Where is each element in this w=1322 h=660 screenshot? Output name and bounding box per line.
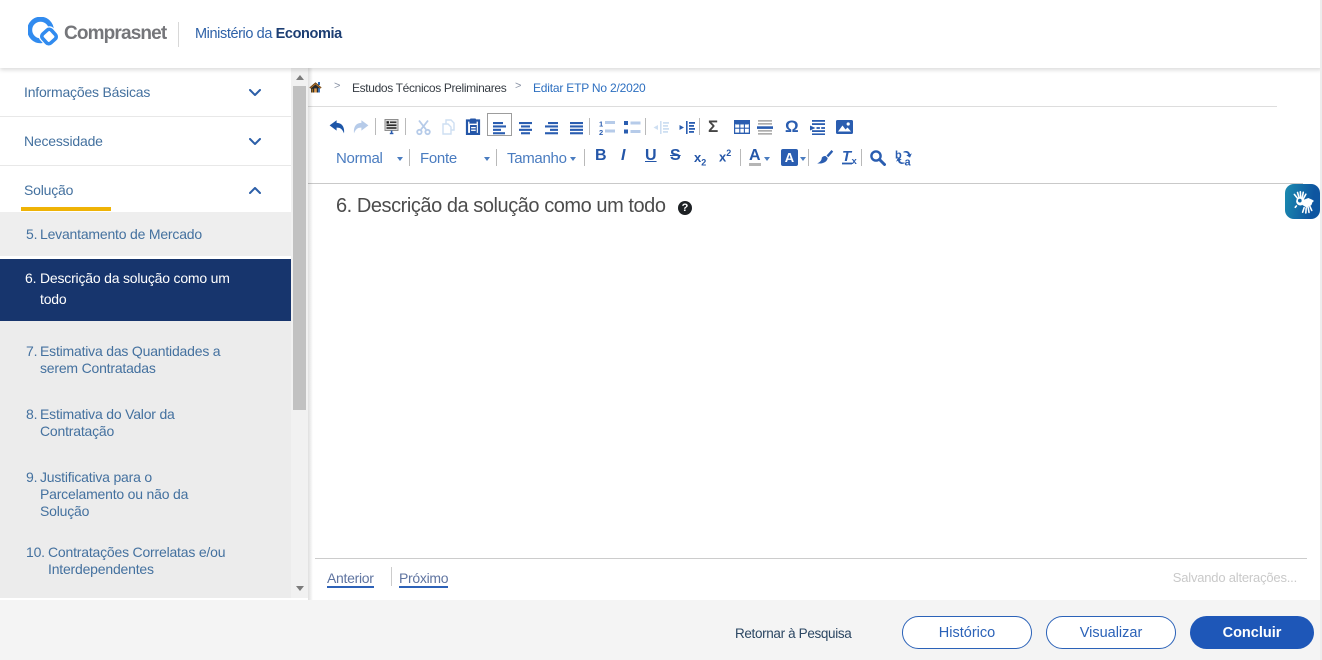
svg-text:a: a <box>905 157 912 167</box>
svg-text:x: x <box>852 156 858 165</box>
svg-text:2: 2 <box>599 128 603 135</box>
